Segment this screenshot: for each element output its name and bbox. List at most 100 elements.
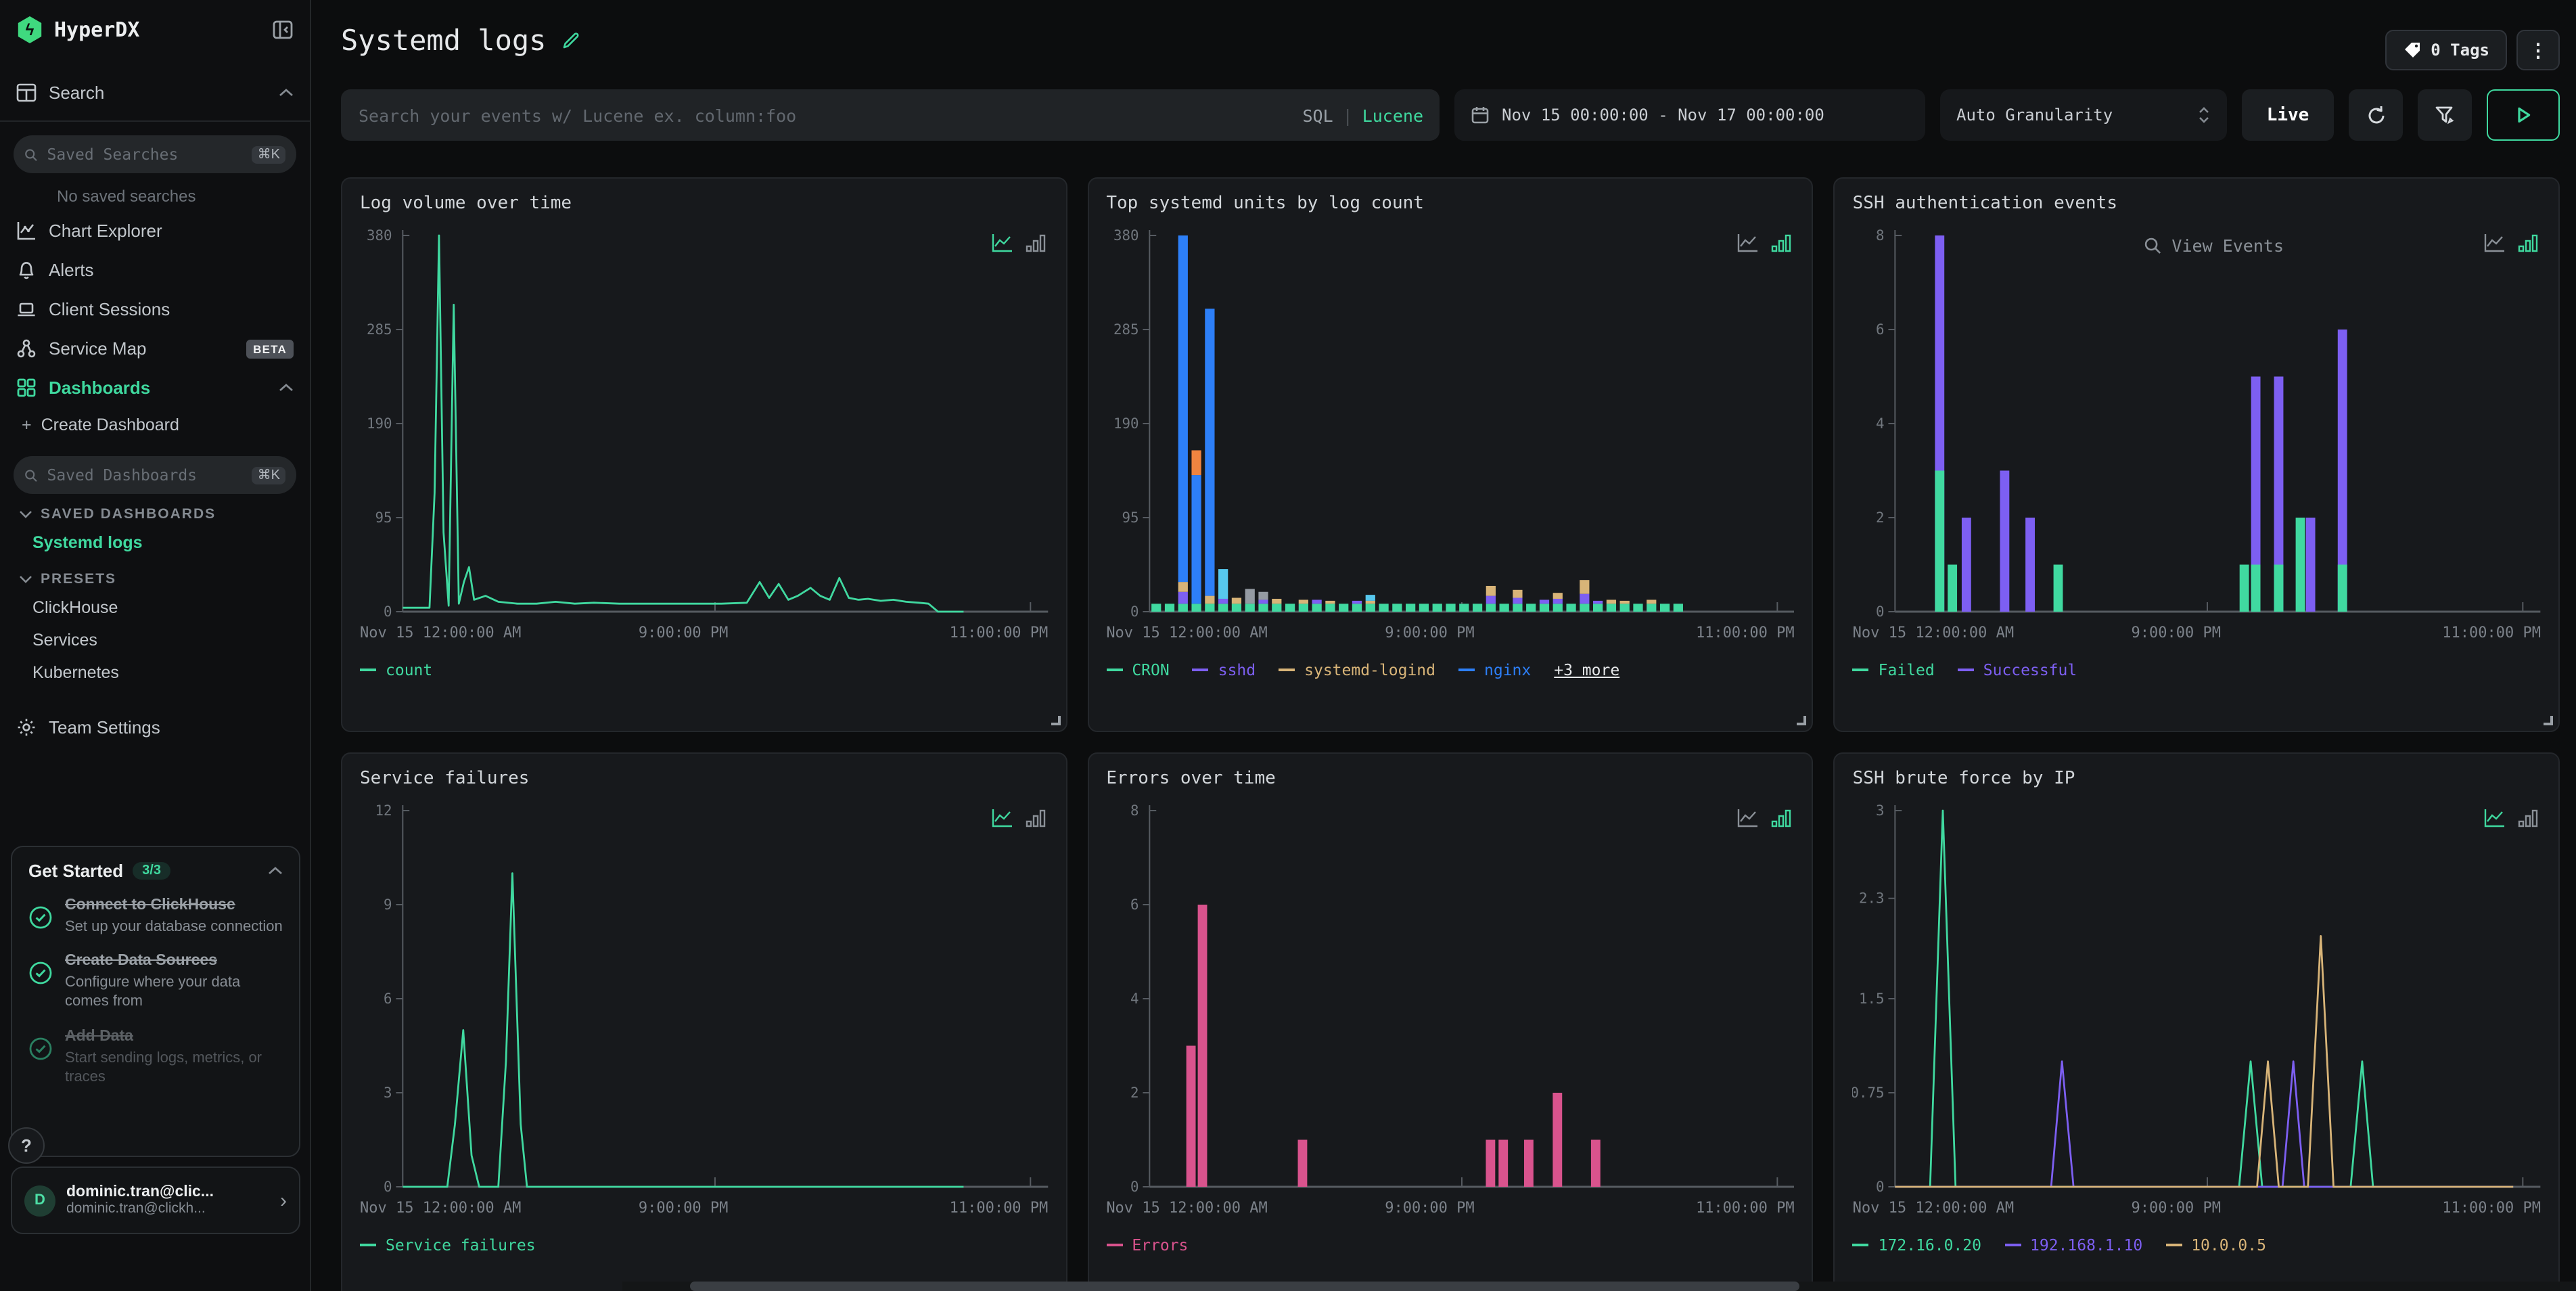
card-resize-handle[interactable] [1051,716,1060,725]
line-view-icon[interactable] [991,808,1013,828]
sidebar-item-search[interactable]: Search [0,73,310,112]
preset-link-services[interactable]: Services [0,624,310,656]
view-toggle [991,808,1046,828]
brand-name: HyperDX [54,18,261,42]
legend-item[interactable]: 10.0.0.5 [2165,1236,2266,1254]
filter-button[interactable] [2418,89,2472,141]
line-view-icon[interactable] [991,233,1013,253]
live-button[interactable]: Live [2242,89,2334,141]
plot-area: 86420 [1106,794,1794,1199]
refresh-button[interactable] [2349,89,2403,141]
tags-button[interactable]: 0 Tags [2385,30,2507,70]
saved-searches-search[interactable]: ⌘K [14,135,296,173]
get-started-step[interactable]: Add Data Start sending logs, metrics, or… [28,1027,283,1087]
chart-card-ssh-auth-events: SSH authentication events View Events 86… [1834,177,2560,732]
legend-item[interactable]: 172.16.0.20 [1853,1236,1981,1254]
legend-item[interactable]: 192.168.1.10 [2004,1236,2142,1254]
chart-legend: 172.16.0.20 192.168.1.10 10.0.0.5 [1853,1236,2541,1254]
x-axis-tick-label: Nov 15 12:00:00 AM [1106,1199,1267,1217]
get-started-step[interactable]: Create Data Sources Configure where your… [28,951,283,1012]
toolbar: SQL | Lucene Nov 15 00:00:00 - Nov 17 00… [341,89,2560,141]
x-axis-tick-label: Nov 15 12:00:00 AM [1106,624,1267,641]
edit-pencil-icon[interactable] [559,30,581,51]
step-title: Create Data Sources [65,951,283,972]
plus-icon: + [22,415,32,434]
sql-toggle[interactable]: SQL [1302,105,1333,125]
lucene-toggle[interactable]: Lucene [1362,105,1423,125]
horizontal-scrollbar-thumb[interactable] [690,1282,1799,1291]
get-started-step[interactable]: Connect to ClickHouse Set up your databa… [28,896,283,936]
section-presets[interactable]: PRESETS [0,559,310,591]
collapse-sidebar-icon[interactable] [272,19,294,41]
line-view-icon[interactable] [2484,808,2506,828]
help-button[interactable]: ? [8,1127,45,1164]
bar-view-icon[interactable] [1772,233,1793,253]
chart-title: Service failures [360,769,1048,789]
section-saved-dashboards[interactable]: SAVED DASHBOARDS [0,494,310,526]
legend-item[interactable]: Successful [1958,660,2077,679]
sidebar-item-client-sessions[interactable]: Client Sessions [0,290,310,329]
step-title: Connect to ClickHouse [65,896,283,916]
sidebar-item-service-map[interactable]: Service Map BETA [0,329,310,368]
sidebar-item-alerts[interactable]: Alerts [0,250,310,290]
step-title: Add Data [65,1027,283,1047]
sidebar-item-label: Dashboards [49,378,267,398]
saved-searches-input[interactable] [47,145,242,164]
legend-item[interactable]: systemd-logind [1279,660,1435,679]
legend-item[interactable]: Failed [1853,660,1935,679]
chart-title: Top systemd units by log count [1106,194,1794,214]
user-menu[interactable]: D dominic.tran@clic... dominic.tran@clic… [11,1167,300,1234]
legend-item[interactable]: Service failures [360,1236,536,1254]
bar-view-icon[interactable] [1772,808,1793,828]
x-axis-tick-label: 9:00:00 PM [1385,1199,1474,1217]
search-icon [2143,237,2161,254]
run-query-button[interactable] [2487,89,2560,141]
svg-text:2: 2 [1130,1085,1138,1101]
bar-view-icon[interactable] [2518,233,2539,253]
legend-item[interactable]: count [360,660,432,679]
line-view-icon[interactable] [2484,233,2506,253]
line-view-icon[interactable] [1738,233,1760,253]
chart-legend: Service failures [360,1236,1048,1254]
line-view-icon[interactable] [1738,808,1760,828]
sidebar-item-chart-explorer[interactable]: Chart Explorer [0,211,310,250]
sidebar: ϟ HyperDX Search [0,0,311,1291]
chevron-up-icon [279,88,294,97]
preset-link-kubernetes[interactable]: Kubernetes [0,656,310,689]
x-axis-tick-label: 9:00:00 PM [2132,624,2221,641]
chart-legend: count [360,660,1048,679]
granularity-select[interactable]: Auto Granularity [1940,89,2227,141]
bar-view-icon[interactable] [1025,808,1046,828]
legend-item[interactable]: nginx [1458,660,1531,679]
svg-text:6: 6 [384,991,392,1007]
legend-item[interactable]: Errors [1106,1236,1188,1254]
chevron-up-icon[interactable] [268,866,283,876]
card-resize-handle[interactable] [1797,716,1807,725]
legend-swatch [1106,669,1122,671]
bar-view-icon[interactable] [1025,233,1046,253]
legend-item[interactable]: sshd [1193,660,1256,679]
legend-more-link[interactable]: +3 more [1554,660,1619,679]
chart-card-service-failures: Service failures 129630 Nov 15 12:00:00 … [341,752,1067,1291]
sidebar-divider [0,120,310,122]
card-resize-handle[interactable] [2544,716,2553,725]
view-events-link[interactable]: View Events [2143,235,2284,256]
saved-dashboards-search[interactable]: ⌘K [14,456,296,494]
svg-text:190: 190 [1113,415,1138,432]
dashboard-link-systemd-logs[interactable]: Systemd logs [0,526,310,559]
sidebar-item-team-settings[interactable]: Team Settings [0,708,310,747]
legend-swatch [1853,669,1869,671]
time-range-picker[interactable]: Nov 15 00:00:00 - Nov 17 00:00:00 [1454,89,1925,141]
dashboard-menu-button[interactable]: ⋮ [2516,30,2560,70]
legend-label: Service failures [386,1236,536,1254]
create-dashboard-button[interactable]: + Create Dashboard [0,407,310,443]
event-search-input[interactable] [341,105,1440,125]
saved-dashboards-input[interactable] [47,466,242,484]
legend-item[interactable]: CRON [1106,660,1169,679]
preset-link-clickhouse[interactable]: ClickHouse [0,591,310,624]
legend-label: nginx [1484,660,1531,679]
bar-view-icon[interactable] [2518,808,2539,828]
legend-swatch [1106,1244,1122,1246]
get-started-card: Get Started 3/3 Connect to ClickHouse Se… [11,846,300,1157]
sidebar-item-dashboards[interactable]: Dashboards [0,368,310,407]
